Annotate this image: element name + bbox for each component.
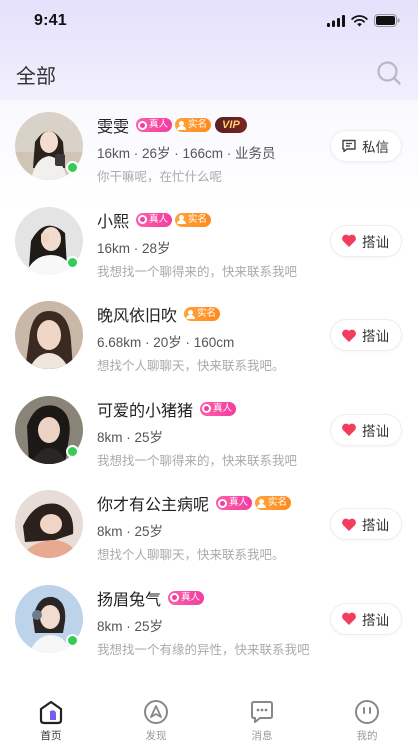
avatar[interactable] [15, 301, 83, 369]
tab-profile-label: 我的 [356, 730, 378, 742]
real-name-badge: 实名 [184, 307, 221, 321]
list-item[interactable]: 你才有公主病呢 真人 实名 8km · 25岁 想找个人聊聊天，快来联系我吧。 … [0, 478, 418, 573]
user-info: 你才有公主病呢 真人 实名 8km · 25岁 想找个人聊聊天，快来联系我吧。 [97, 492, 292, 562]
user-stats: 16km · 26岁 · 166cm · 业务员 [97, 146, 276, 161]
heart-icon [342, 612, 356, 625]
heart-icon [342, 329, 356, 342]
tab-discover-label: 发现 [145, 730, 167, 742]
person-icon [177, 215, 187, 224]
user-bio: 我想找一个聊得来的，快来联系我吧 [97, 453, 298, 468]
online-indicator [66, 255, 79, 269]
online-indicator [66, 161, 79, 174]
user-info: 扬眉兔气 真人 8km · 25岁 我想找一个有缘的异性，快来联系我吧 [97, 587, 310, 657]
list-item[interactable]: 可爱的小猪猪 真人 8km · 25岁 我想找一个聊得来的，快来联系我吧 搭讪 [0, 384, 418, 479]
greet-button[interactable]: 搭讪 [330, 224, 402, 257]
person-icon [257, 498, 267, 508]
heart-icon [342, 423, 356, 436]
user-info: 小熙 真人 实名 16km · 28岁 我想找一个聊得来的，快来联系我吧 [97, 209, 298, 279]
battery-icon [374, 14, 400, 27]
tab-messages-label: 消息 [251, 730, 273, 742]
greet-button[interactable]: 搭讪 [330, 413, 402, 446]
chat-icon [251, 701, 273, 723]
verified-icon [218, 498, 228, 508]
wifi-icon [351, 14, 368, 26]
user-info: 晚风依旧吹 实名 6.68km · 20岁 · 160cm 想找个人聊聊天，快来… [97, 303, 285, 373]
status-bar: 9:41 [0, 0, 418, 44]
tab-messages[interactable]: 消息 [232, 698, 292, 743]
signal-icon [327, 14, 345, 27]
user-list: 雯雯 真人 实名 VIP 16km · 26岁 · 166cm · 业务员 你干… [0, 100, 418, 667]
verified-icon [138, 215, 148, 224]
user-stats: 16km · 28岁 [97, 240, 171, 256]
greet-button-label: 搭讪 [362, 234, 389, 250]
tab-discover[interactable]: 发现 [126, 698, 186, 743]
user-name: 小熙 [97, 213, 130, 231]
user-name: 晚风依旧吹 [97, 308, 178, 325]
real-person-badge: 真人 [216, 496, 253, 510]
user-stats: 8km · 25岁 [97, 429, 164, 445]
bottom-tab-bar: 首页 发现 消息 我的 [0, 688, 418, 748]
real-name-badge: 实名 [175, 118, 212, 132]
real-person-badge: 真人 [200, 401, 237, 416]
avatar[interactable] [15, 490, 83, 558]
tab-profile[interactable]: 我的 [337, 698, 397, 743]
verified-icon [138, 120, 148, 130]
status-time: 9:41 [34, 12, 67, 29]
list-item[interactable]: 扬眉兔气 真人 8km · 25岁 我想找一个有缘的异性，快来联系我吧 搭讪 [0, 573, 418, 668]
greet-button-label: 搭讪 [362, 612, 389, 628]
user-stats: 6.68km · 20岁 · 160cm [97, 335, 235, 350]
online-indicator [66, 444, 79, 458]
tab-home-label: 首页 [40, 730, 62, 742]
user-bio: 想找个人聊聊天，快来联系我吧。 [97, 548, 285, 562]
user-name: 你才有公主病呢 [97, 497, 210, 514]
greet-button[interactable]: 搭讪 [330, 602, 402, 635]
list-item[interactable]: 雯雯 真人 实名 VIP 16km · 26岁 · 166cm · 业务员 你干… [0, 100, 418, 195]
user-stats: 8km · 25岁 [97, 618, 164, 634]
home-icon [39, 700, 63, 725]
page-title: 全部 [16, 66, 56, 88]
online-indicator [66, 633, 79, 647]
user-stats: 8km · 25岁 [97, 524, 164, 539]
user-name: 雯雯 [97, 119, 130, 136]
greet-button[interactable]: 搭讪 [330, 508, 402, 540]
page-header: 全部 [0, 52, 418, 92]
verified-icon [170, 593, 180, 602]
real-person-badge: 真人 [168, 590, 205, 605]
message-button[interactable]: 私信 [330, 130, 402, 162]
user-bio: 我想找一个聊得来的，快来联系我吧 [97, 264, 298, 279]
list-item[interactable]: 小熙 真人 实名 16km · 28岁 我想找一个聊得来的，快来联系我吧 搭讪 [0, 195, 418, 290]
verified-icon [202, 404, 212, 413]
vip-badge: VIP [215, 117, 247, 133]
status-icons [327, 14, 400, 27]
compass-icon [144, 700, 168, 724]
message-button-label: 私信 [362, 140, 389, 155]
user-bio: 想找个人聊聊天，快来联系我吧。 [97, 359, 285, 373]
heart-icon [342, 234, 356, 247]
real-name-badge: 实名 [175, 212, 212, 227]
tab-home[interactable]: 首页 [21, 698, 81, 743]
person-icon [186, 309, 196, 319]
user-name: 扬眉兔气 [97, 591, 162, 609]
greet-button-label: 搭讪 [362, 518, 389, 533]
greet-button-label: 搭讪 [362, 329, 389, 344]
profile-icon [355, 700, 379, 724]
list-item[interactable]: 晚风依旧吹 实名 6.68km · 20岁 · 160cm 想找个人聊聊天，快来… [0, 289, 418, 384]
real-name-badge: 实名 [255, 496, 292, 510]
message-icon [342, 139, 356, 153]
heart-icon [342, 518, 356, 531]
user-info: 雯雯 真人 实名 VIP 16km · 26岁 · 166cm · 业务员 你干… [97, 114, 276, 184]
user-info: 可爱的小猪猪 真人 8km · 25岁 我想找一个聊得来的，快来联系我吧 [97, 398, 298, 468]
user-bio: 你干嘛呢，在忙什么呢 [97, 170, 223, 184]
user-name: 可爱的小猪猪 [97, 402, 194, 420]
person-icon [177, 120, 187, 130]
greet-button[interactable]: 搭讪 [330, 319, 402, 351]
search-icon[interactable] [376, 60, 402, 86]
user-bio: 我想找一个有缘的异性，快来联系我吧 [97, 642, 310, 657]
greet-button-label: 搭讪 [362, 423, 389, 439]
real-person-badge: 真人 [136, 118, 173, 132]
real-person-badge: 真人 [136, 212, 173, 227]
